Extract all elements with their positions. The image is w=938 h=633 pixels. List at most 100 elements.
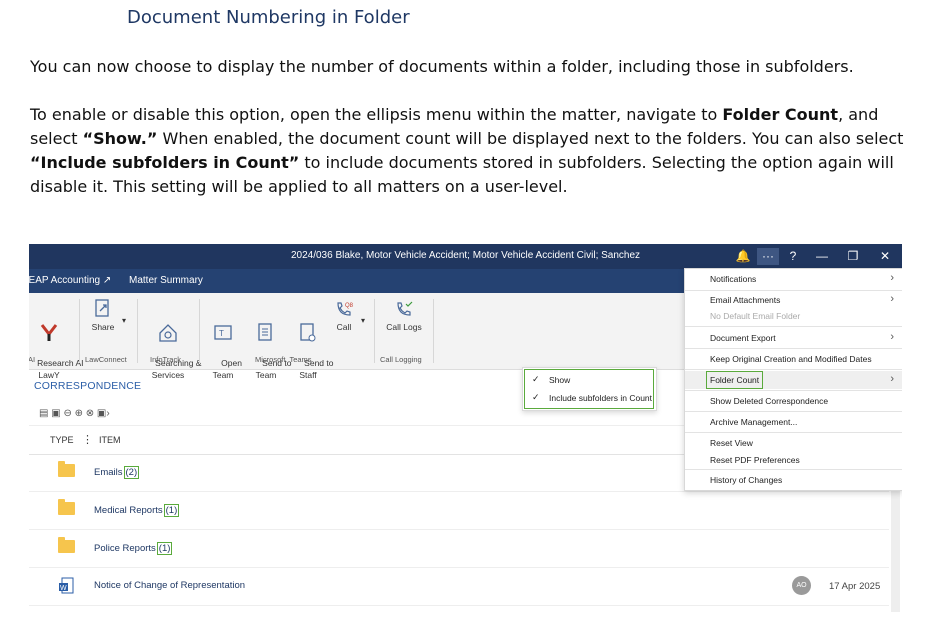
submenu-label: Include subfolders in Count (549, 393, 653, 403)
bell-icon[interactable]: 🔔 (732, 248, 754, 265)
research-ai-label: Research AI LawY (37, 358, 84, 380)
divider (199, 299, 200, 363)
row-name: Police Reports (94, 543, 156, 554)
menu-label: History of Changes (710, 475, 783, 485)
menu-label: Show Deleted Correspondence (710, 396, 829, 406)
ellipsis-dropdown-menu: Notifications › Email Attachments › No Def… (684, 268, 902, 491)
send-to-team-button[interactable]: Send to Team (248, 299, 291, 393)
folder-count-submenu: ✓ Show ✓ Include subfolders in Count (522, 367, 657, 411)
divider (137, 299, 138, 363)
divider (685, 326, 902, 327)
column-options-icon[interactable]: ⋮ (82, 433, 93, 446)
menu-label: Notifications (710, 274, 757, 284)
instructions-paragraph: To enable or disable this option, open t… (30, 103, 920, 199)
lawy-icon (40, 324, 58, 341)
svg-text:Q8: Q8 (345, 303, 354, 309)
menu-label: Keep Original Creation and Modified Date… (710, 354, 872, 364)
divider (79, 299, 80, 363)
call-button[interactable]: Q8 Call (332, 299, 356, 333)
menu-item-archive-management[interactable]: Archive Management... (685, 413, 902, 431)
call-logs-button[interactable]: Call Logs (384, 299, 424, 333)
section-title: CORRESPONDENCE (34, 380, 142, 392)
bold-folder-count: Folder Count (722, 105, 839, 124)
submenu-label: Show (549, 375, 571, 385)
menu-item-folder-count[interactable]: Folder Count › (685, 371, 902, 389)
ellipsis-menu-button[interactable]: ··· (757, 248, 779, 265)
leap-accounting-link[interactable]: LEAP Accounting ↗ (29, 275, 111, 286)
close-button[interactable]: ✕ (874, 248, 896, 265)
menu-item-reset-pdf-preferences[interactable]: Reset PDF Preferences (685, 451, 902, 469)
menu-item-history-of-changes[interactable]: History of Changes (685, 471, 902, 489)
row-date: 17 Apr 2025 (829, 581, 881, 592)
submenu-item-show[interactable]: ✓ Show (523, 371, 656, 389)
table-row[interactable]: Police Reports (1) (29, 529, 889, 568)
check-icon: ✓ (532, 392, 540, 402)
share-dropdown-icon[interactable]: ▾ (122, 315, 126, 327)
document-count-badge: (2) (123, 466, 140, 479)
menu-label: Email Attachments (710, 295, 781, 305)
avatar: AO (792, 576, 811, 595)
divider (685, 348, 902, 349)
divider (685, 432, 902, 433)
call-icon: Q8 (337, 302, 354, 316)
folder-toolbar[interactable]: ▤ ▣ ⊖ ⊕ ⊗ ▣› (39, 408, 110, 419)
divider (685, 390, 902, 391)
menu-item-document-export[interactable]: Document Export › (685, 329, 902, 347)
document-team-icon (258, 323, 272, 341)
group-ai: AI (29, 355, 36, 364)
type-column[interactable]: TYPE (50, 435, 74, 445)
divider (685, 369, 902, 370)
table-row[interactable]: W Notice of Change of Representation (29, 567, 889, 606)
document-count-badge: (1) (156, 542, 173, 555)
menu-item-no-default-email-folder: No Default Email Folder (685, 307, 902, 325)
group-infotrack: InfoTrack (150, 355, 181, 364)
menu-label: Reset PDF Preferences (710, 455, 800, 465)
svg-text:W: W (60, 585, 67, 592)
share-icon (95, 299, 109, 317)
open-team-label: Open Team (212, 358, 242, 380)
menu-label: Reset View (710, 438, 753, 448)
menu-item-reset-view[interactable]: Reset View (685, 434, 902, 452)
group-lawconnect: LawConnect (85, 355, 127, 364)
call-dropdown-icon[interactable]: ▾ (361, 315, 365, 327)
house-search-icon (159, 324, 177, 342)
minimize-button[interactable]: — (811, 248, 833, 265)
svg-text:T: T (219, 329, 224, 338)
help-icon[interactable]: ? (782, 248, 804, 265)
row-name: Emails (94, 467, 123, 478)
menu-label: Folder Count (710, 375, 760, 385)
word-document-icon: W (59, 577, 74, 594)
research-ai-button[interactable]: Research AI LawY (29, 299, 83, 393)
share-button[interactable]: Share (85, 299, 121, 333)
restore-button[interactable]: ❐ (842, 248, 864, 265)
item-column[interactable]: ITEM (99, 435, 121, 445)
submenu-item-include-subfolders[interactable]: ✓ Include subfolders in Count (523, 389, 656, 407)
chevron-right-icon: › (890, 331, 894, 343)
divider (685, 411, 902, 412)
divider (433, 299, 434, 363)
searching-services-button[interactable]: Searching & Services (141, 299, 201, 393)
menu-label: No Default Email Folder (710, 311, 801, 321)
call-label: Call (336, 322, 352, 332)
matter-summary-link[interactable]: Matter Summary (129, 275, 203, 286)
chevron-right-icon: › (890, 272, 894, 284)
menu-item-notifications[interactable]: Notifications › (685, 270, 902, 288)
row-name: Notice of Change of Representation (94, 580, 246, 591)
app-screenshot: 2024/036 Blake, Motor Vehicle Accident; … (29, 244, 902, 612)
text: When enabled, the document count will be… (157, 129, 904, 148)
table-row[interactable]: Medical Reports (1) (29, 491, 889, 530)
document-staff-icon (300, 323, 316, 342)
call-log-icon (397, 301, 413, 316)
send-to-staff-button[interactable]: Send to Staff (290, 299, 333, 393)
group-call-logging: Call Logging (380, 355, 422, 364)
divider (374, 299, 375, 363)
folder-icon (58, 499, 75, 515)
menu-label: Archive Management... (710, 417, 798, 427)
text: To enable or disable this option, open t… (30, 105, 723, 124)
title-bar: 2024/036 Blake, Motor Vehicle Accident; … (29, 244, 902, 269)
open-team-button[interactable]: T Open Team (207, 299, 242, 393)
chevron-right-icon: › (890, 293, 894, 305)
menu-item-keep-original-dates[interactable]: Keep Original Creation and Modified Date… (685, 350, 902, 368)
bold-show: “Show.” (82, 129, 158, 148)
menu-item-show-deleted[interactable]: Show Deleted Correspondence (685, 392, 902, 410)
